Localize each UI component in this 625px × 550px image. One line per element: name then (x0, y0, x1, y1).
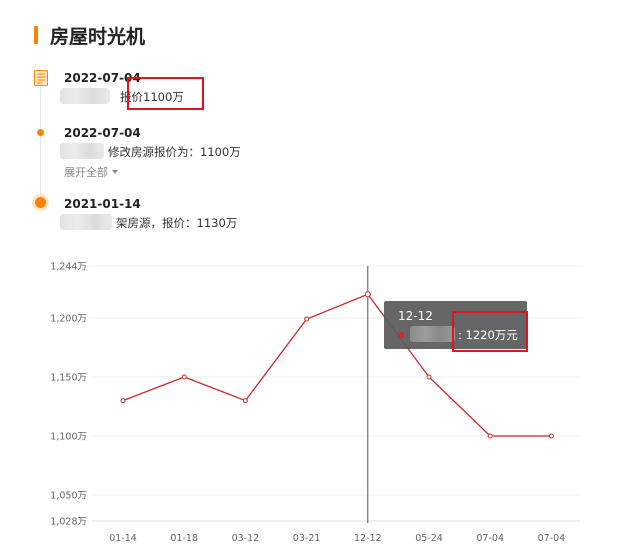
tooltip-date: 12-12 (398, 309, 433, 323)
price-line-chart[interactable]: 1,244万 1,200万 1,150万 1,100万 1,050万 1,028万 01-1… (0, 0, 625, 550)
data-point (304, 316, 310, 322)
x-tick-label: 03-12 (232, 533, 260, 544)
y-tick-label: 1,100万 (50, 432, 87, 443)
highlight-box (452, 311, 528, 352)
data-point (426, 374, 432, 380)
x-tick-label: 01-14 (109, 533, 137, 544)
data-point (181, 374, 187, 380)
y-tick-label: 1,200万 (50, 313, 87, 324)
data-point (242, 398, 248, 404)
y-tick-label: 1,244万 (50, 262, 87, 273)
x-tick-label: 01-18 (170, 533, 198, 544)
y-tick-label: 1,028万 (50, 517, 87, 528)
data-point (120, 398, 126, 404)
blurred-text (410, 326, 455, 342)
x-tick-label: 12-12 (354, 533, 382, 544)
data-point (548, 433, 554, 439)
tooltip-series-dot (398, 332, 404, 338)
data-point (364, 291, 371, 298)
y-tick-label: 1,150万 (50, 372, 87, 383)
y-tick-label: 1,050万 (50, 491, 87, 502)
x-tick-label: 03-21 (293, 533, 321, 544)
x-tick-label: 07-04 (538, 533, 566, 544)
data-point (487, 433, 493, 439)
x-tick-label: 05-24 (415, 533, 443, 544)
x-tick-label: 07-04 (476, 533, 504, 544)
